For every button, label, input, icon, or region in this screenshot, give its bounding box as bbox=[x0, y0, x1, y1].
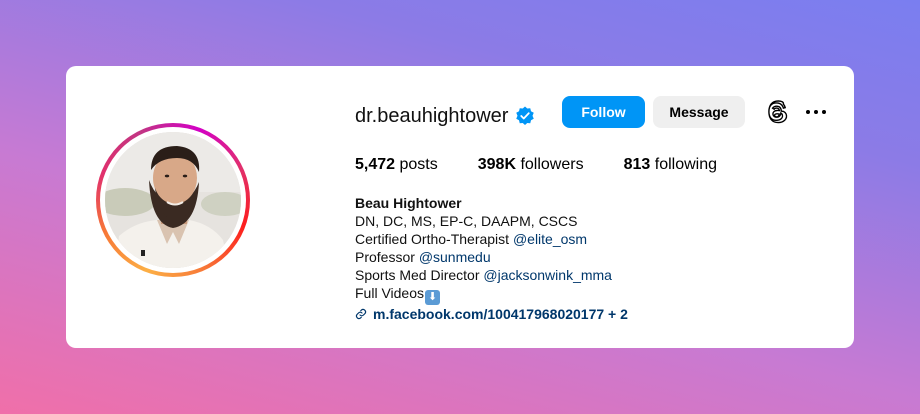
profile-card: dr.beauhightower Follow Message 5,472 po… bbox=[66, 66, 854, 348]
mention-link[interactable]: @jacksonwink_mma bbox=[483, 267, 612, 283]
display-name: Beau Hightower bbox=[355, 195, 462, 211]
profile-stats: 5,472 posts 398K followers 813 following bbox=[355, 156, 757, 174]
mention-link[interactable]: @sunmedu bbox=[419, 249, 491, 265]
username: dr.beauhightower bbox=[355, 104, 509, 127]
bio: Beau Hightower DN, DC, MS, EP-C, DAAPM, … bbox=[355, 194, 628, 323]
avatar[interactable] bbox=[105, 132, 241, 268]
bio-line: Full Videos ⬇ bbox=[355, 284, 628, 305]
mention-link[interactable]: @elite_osm bbox=[513, 231, 587, 247]
followers-stat[interactable]: 398K followers bbox=[478, 156, 584, 174]
down-arrow-emoji: ⬇ bbox=[425, 290, 441, 305]
external-link[interactable]: m.facebook.com/100417968020177 + 2 bbox=[355, 305, 628, 323]
bio-line: Certified Ortho-Therapist @elite_osm bbox=[355, 231, 588, 247]
bio-credentials: DN, DC, MS, EP-C, DAAPM, CSCS bbox=[355, 213, 578, 229]
external-link-text[interactable]: m.facebook.com/100417968020177 + 2 bbox=[373, 305, 628, 323]
username-row: dr.beauhightower bbox=[355, 100, 535, 132]
message-button[interactable]: Message bbox=[653, 96, 745, 128]
threads-icon[interactable] bbox=[765, 100, 789, 124]
profile-photo bbox=[105, 132, 241, 268]
link-icon bbox=[355, 308, 367, 320]
bio-line: Professor @sunmedu bbox=[355, 249, 491, 265]
posts-stat: 5,472 posts bbox=[355, 156, 438, 173]
more-options-icon[interactable] bbox=[804, 102, 828, 122]
follow-button[interactable]: Follow bbox=[562, 96, 645, 128]
bio-line: Sports Med Director @jacksonwink_mma bbox=[355, 267, 612, 283]
verified-badge-icon bbox=[516, 106, 535, 125]
following-stat[interactable]: 813 following bbox=[624, 156, 717, 174]
story-ring[interactable] bbox=[96, 123, 250, 277]
